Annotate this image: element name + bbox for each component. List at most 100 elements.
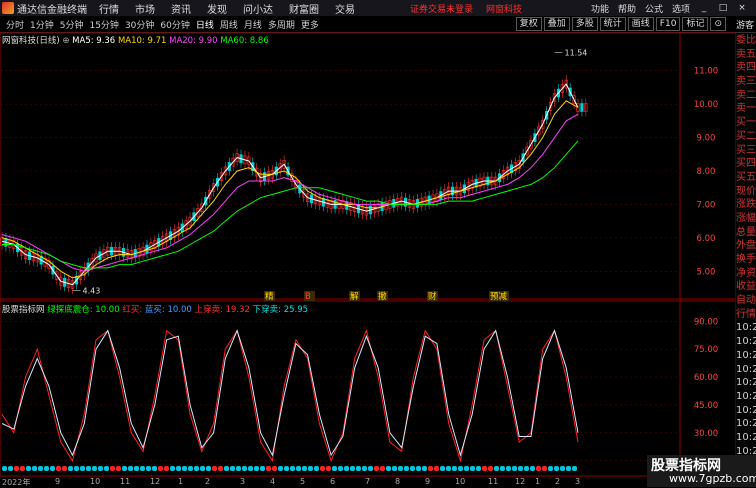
signal-dot (374, 466, 379, 471)
event-tag[interactable]: B (305, 292, 311, 302)
indicator-name: 股票指标网 (2, 305, 45, 315)
side-item: 买四 (736, 158, 756, 170)
side-item: 10:27 (736, 390, 756, 402)
price-panel-frame (0, 32, 736, 300)
signal-dot (38, 466, 43, 471)
signal-dot (308, 466, 313, 471)
signal-dot (482, 466, 487, 471)
signal-dot (248, 466, 253, 471)
indicator-tick-label: 75.00 (694, 345, 718, 355)
close-button[interactable]: × (737, 3, 747, 13)
signal-dot (572, 466, 577, 471)
indicator-tick-label: 30.00 (694, 429, 718, 439)
x-tick-label: 11 (120, 477, 131, 486)
low-price-label: 4.43 (83, 286, 101, 295)
signal-dot (278, 466, 283, 471)
signal-dot (50, 466, 55, 471)
x-tick-label: 10 (90, 477, 101, 486)
signal-dot (344, 466, 349, 471)
signal-dot (44, 466, 49, 471)
indicator-tick-label: 60.00 (694, 373, 718, 383)
signal-dot (140, 466, 145, 471)
stock-chart[interactable]: 11.00 10.00 9.00 8.00 7.00 6.00 5.00 90.00 75.00… (0, 0, 736, 487)
side-item: 卖一 (736, 103, 756, 115)
signal-dot (230, 466, 235, 471)
price-tick-label: 7.00 (697, 200, 716, 210)
event-tag[interactable]: 财 (428, 291, 437, 302)
indicator-tick-label: 90.00 (694, 317, 718, 327)
ma5-value: MA5: 9.36 (72, 36, 116, 46)
side-item: 10:27 (736, 404, 756, 416)
signal-dot (512, 466, 517, 471)
signal-dot (458, 466, 463, 471)
side-item: 买一 (736, 117, 756, 129)
signal-dot (266, 466, 271, 471)
signal-dot (326, 466, 331, 471)
signal-dot (284, 466, 289, 471)
ma10-value: MA10: 9.71 (117, 36, 167, 46)
x-tick-label: 10 (455, 477, 466, 486)
x-tick-label: 2 (555, 477, 561, 486)
signal-dot (272, 466, 277, 471)
signal-dot (128, 466, 133, 471)
signal-dot (416, 466, 421, 471)
signal-dot (296, 466, 301, 471)
signal-dot (80, 466, 85, 471)
date-axis: 2022年 9 10 11 12 1 2 3 4 5 6 7 8 9 10 11 12 1 2 3 (0, 477, 640, 487)
indicator-legend: 股票指标网 绿探底震仓: 10.00 红买: 蓝买: 10.00 上穿卖: 19… (2, 303, 308, 315)
event-tag[interactable]: 解 (350, 291, 359, 302)
x-tick-label: 8 (395, 477, 401, 486)
signal-dot (356, 466, 361, 471)
price-tick-label: 10.00 (694, 100, 718, 110)
guest-user[interactable]: 游客 (736, 18, 754, 31)
side-item: 收益 (736, 281, 756, 293)
signal-dot (464, 466, 469, 471)
side-item: 涨幅 (736, 212, 756, 224)
side-item: 10:27 (736, 431, 756, 443)
signal-dot (14, 466, 19, 471)
price-tick-label: 5.00 (697, 267, 716, 277)
ma20-value: MA20: 9.90 (169, 36, 218, 46)
signal-dot (158, 466, 163, 471)
side-item: 外盘 (736, 240, 756, 252)
side-item: 10:27 (736, 363, 756, 375)
price-tick-label: 11.00 (694, 67, 718, 77)
signal-dot (350, 466, 355, 471)
signal-dot (320, 466, 325, 471)
x-tick-label: 12 (515, 477, 526, 486)
x-tick-label: 3 (575, 477, 581, 486)
x-tick-label: 9 (55, 477, 61, 486)
signal-dot (254, 466, 259, 471)
legend-toggle-icon[interactable]: ⊕ (62, 36, 69, 46)
x-tick-label: 3 (240, 477, 246, 486)
signal-dot (398, 466, 403, 471)
signal-dot (440, 466, 445, 471)
event-tag[interactable]: 预减 (490, 291, 508, 302)
side-item: 涨跌 (736, 199, 756, 211)
signal-dot (524, 466, 529, 471)
signal-dot (314, 466, 319, 471)
event-tag[interactable]: 撤 (378, 291, 387, 302)
signal-dot (116, 466, 121, 471)
signal-dot (560, 466, 565, 471)
x-tick-label: 4 (270, 477, 276, 486)
side-item: 买三 (736, 144, 756, 156)
signal-dot (434, 466, 439, 471)
signal-dot (170, 466, 175, 471)
signal-dot (410, 466, 415, 471)
x-tick-label: 1 (535, 477, 541, 486)
red-buy-value: 红买: (122, 305, 143, 315)
signal-dot (518, 466, 523, 471)
candle-body (580, 103, 584, 112)
signal-dot (212, 466, 217, 471)
x-tick-label: 1 (178, 477, 184, 486)
price-tick-label: 6.00 (697, 234, 716, 244)
side-item: 卖三 (736, 76, 756, 88)
event-tag[interactable]: 精 (265, 291, 274, 302)
side-item: 行情 (736, 308, 756, 320)
signal-dot (446, 466, 451, 471)
side-item: 净资 (736, 267, 756, 279)
signal-dot (86, 466, 91, 471)
x-tick-label: 6 (330, 477, 336, 486)
signal-dot (452, 466, 457, 471)
